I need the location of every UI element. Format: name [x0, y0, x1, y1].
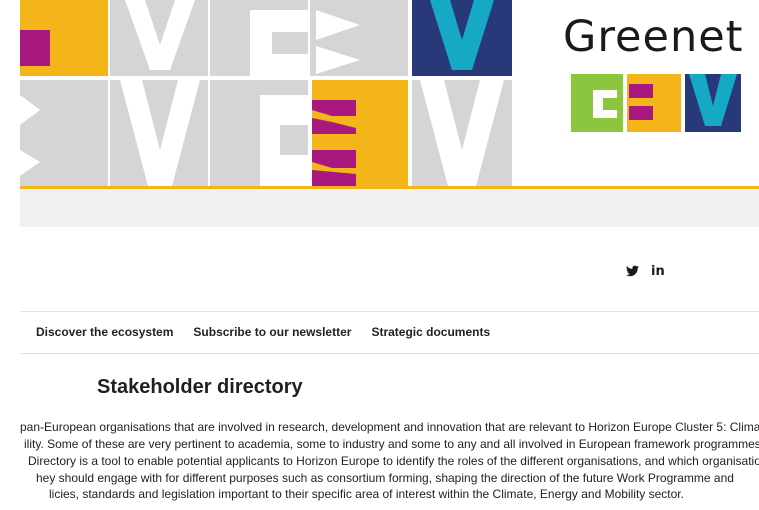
nav-strategic-documents[interactable]: Strategic documents — [371, 325, 490, 339]
description-line: pan-European organisations that are invo… — [20, 420, 759, 434]
linkedin-icon[interactable]: in — [651, 264, 665, 279]
description-line: licies, standards and legislation import… — [49, 487, 684, 501]
brand-logo-icon — [571, 74, 741, 132]
nav-subscribe-newsletter[interactable]: Subscribe to our newsletter — [193, 325, 351, 339]
description-line: hey should engage with for different pur… — [36, 471, 734, 485]
tile-magenta-chevron — [20, 30, 50, 66]
top-gray-bar — [20, 189, 759, 227]
page: Greenet in Discover the ecosystem Subscr… — [0, 0, 759, 510]
nav-divider-bottom — [20, 353, 759, 354]
header-banner: Greenet — [20, 0, 759, 186]
tile-gray-left — [20, 80, 108, 186]
description-line: Directory is a tool to enable potential … — [28, 454, 759, 468]
social-links: in — [626, 262, 665, 280]
main-nav: Discover the ecosystem Subscribe to our … — [36, 325, 490, 339]
nav-discover-ecosystem[interactable]: Discover the ecosystem — [36, 325, 173, 339]
description-line: ility. Some of these are very pertinent … — [24, 437, 759, 451]
banner-mosaic — [20, 0, 512, 186]
page-title: Stakeholder directory — [97, 376, 303, 398]
nav-divider-top — [20, 311, 759, 312]
brand[interactable]: Greenet — [563, 12, 759, 132]
twitter-icon[interactable] — [626, 265, 639, 277]
brand-name: Greenet — [563, 12, 744, 62]
